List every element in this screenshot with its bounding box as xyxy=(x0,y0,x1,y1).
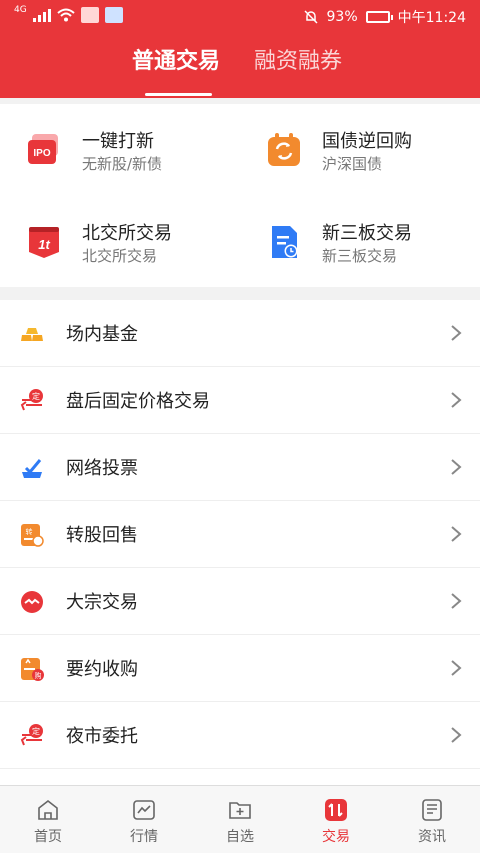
trade-icon xyxy=(325,799,347,821)
bell-muted-icon xyxy=(303,10,318,24)
quick-ipo[interactable]: IPO 一键打新 无新股/新债 xyxy=(0,104,240,194)
nav-trade[interactable]: 交易 xyxy=(288,786,384,853)
list-item-online-vote[interactable]: 网络投票 xyxy=(0,434,480,501)
list-item-convert-resale[interactable]: 转 转股回售 xyxy=(0,501,480,568)
home-icon xyxy=(38,799,58,820)
chevron-right-icon xyxy=(451,392,462,408)
list-item-block-trade[interactable]: 大宗交易 xyxy=(0,568,480,635)
nav-news[interactable]: 资讯 xyxy=(384,786,480,853)
nav-label: 资讯 xyxy=(418,829,446,845)
chevron-right-icon xyxy=(451,660,462,676)
quick-subtitle: 北交所交易 xyxy=(82,247,158,265)
svg-text:转: 转 xyxy=(26,527,33,536)
tab-margin-trade[interactable]: 融资融券 xyxy=(254,43,342,75)
chevron-right-icon xyxy=(451,526,462,542)
network-type: 4G xyxy=(14,5,27,15)
quick-neeq-trade[interactable]: 新三板交易 新三板交易 xyxy=(240,196,480,286)
nav-home[interactable]: 首页 xyxy=(0,786,96,853)
status-bar: 4G 93% 中午11:24 xyxy=(0,0,480,32)
chevron-right-icon xyxy=(451,325,462,341)
night-order-icon: 定 xyxy=(20,724,43,746)
list-item-label: 转股回售 xyxy=(66,525,138,546)
nav-label: 自选 xyxy=(226,829,254,845)
shield-app-icon xyxy=(104,7,123,23)
quick-title: 北交所交易 xyxy=(82,223,172,244)
quick-bse-trade[interactable]: 1t 北交所交易 北交所交易 xyxy=(0,196,240,286)
chevron-right-icon xyxy=(451,459,462,475)
nav-label: 首页 xyxy=(34,829,62,845)
chevron-right-icon xyxy=(451,727,462,743)
list-item-label: 大宗交易 xyxy=(66,592,138,613)
svg-text:IPO: IPO xyxy=(33,148,50,159)
svg-text:定: 定 xyxy=(32,726,40,736)
svg-text:定: 定 xyxy=(32,391,40,401)
vote-icon xyxy=(22,459,42,478)
ipo-icon: IPO xyxy=(28,134,58,164)
list-item-night-order[interactable]: 定 夜市委托 xyxy=(0,702,480,769)
clock: 中午11:24 xyxy=(397,10,466,26)
watchlist-icon xyxy=(229,802,251,819)
quick-title: 一键打新 xyxy=(82,131,154,152)
neeq-icon xyxy=(272,226,298,258)
list-item-label: 盘后固定价格交易 xyxy=(66,391,210,412)
nav-market[interactable]: 行情 xyxy=(96,786,192,853)
svg-text:购: 购 xyxy=(35,671,42,680)
battery-icon xyxy=(365,11,393,23)
list-item-label: 场内基金 xyxy=(66,324,138,345)
quick-actions: IPO 一键打新 无新股/新债 国债逆回购 沪深国债 1t 北交所交易 北交所交… xyxy=(0,104,480,287)
nav-label: 行情 xyxy=(130,829,158,845)
nav-watchlist[interactable]: 自选 xyxy=(192,786,288,853)
fixed-price-icon: 定 xyxy=(20,389,43,411)
tender-offer-icon: 购 xyxy=(21,658,44,681)
list-item-label: 夜市委托 xyxy=(66,726,138,747)
active-tab-indicator xyxy=(145,93,212,96)
block-trade-icon xyxy=(21,591,43,613)
signal-icon xyxy=(32,8,51,22)
news-icon xyxy=(422,799,442,821)
nav-label: 交易 xyxy=(322,829,350,845)
quick-subtitle: 沪深国债 xyxy=(322,155,383,173)
market-icon xyxy=(133,800,155,820)
trade-tabs: 普通交易 融资融券 xyxy=(0,38,480,98)
battery-percent: 93% xyxy=(326,9,358,25)
tab-normal-trade[interactable]: 普通交易 xyxy=(132,43,220,75)
quick-reverse-repo[interactable]: 国债逆回购 沪深国债 xyxy=(240,104,480,194)
bottom-nav: 首页 行情 自选 交易 资讯 xyxy=(0,785,480,853)
list-item-tender-offer[interactable]: 购 要约收购 xyxy=(0,635,480,702)
svg-text:1t: 1t xyxy=(38,237,50,252)
quick-subtitle: 无新股/新债 xyxy=(82,155,163,173)
gold-bars-icon xyxy=(21,328,43,341)
quick-title: 国债逆回购 xyxy=(322,131,412,152)
repo-icon xyxy=(268,133,300,166)
convert-icon: 转 xyxy=(21,524,44,547)
list-item-fixed-price[interactable]: 定 盘后固定价格交易 xyxy=(0,367,480,434)
list-item-exchange-fund[interactable]: 场内基金 xyxy=(0,300,480,367)
notification-app-icon xyxy=(80,7,99,23)
wifi-icon xyxy=(57,8,75,22)
quick-title: 新三板交易 xyxy=(322,223,412,244)
bse-icon: 1t xyxy=(29,227,59,258)
list-item-label: 网络投票 xyxy=(66,458,138,479)
quick-subtitle: 新三板交易 xyxy=(322,247,398,265)
app-header: 4G 93% 中午11:24 普通交易 融资融券 xyxy=(0,0,480,98)
trade-function-list: 场内基金 定 盘后固定价格交易 网络投票 转 转股回售 大宗交易 购 要约收购 … xyxy=(0,300,480,785)
chevron-right-icon xyxy=(451,593,462,609)
list-item-label: 要约收购 xyxy=(66,659,138,680)
